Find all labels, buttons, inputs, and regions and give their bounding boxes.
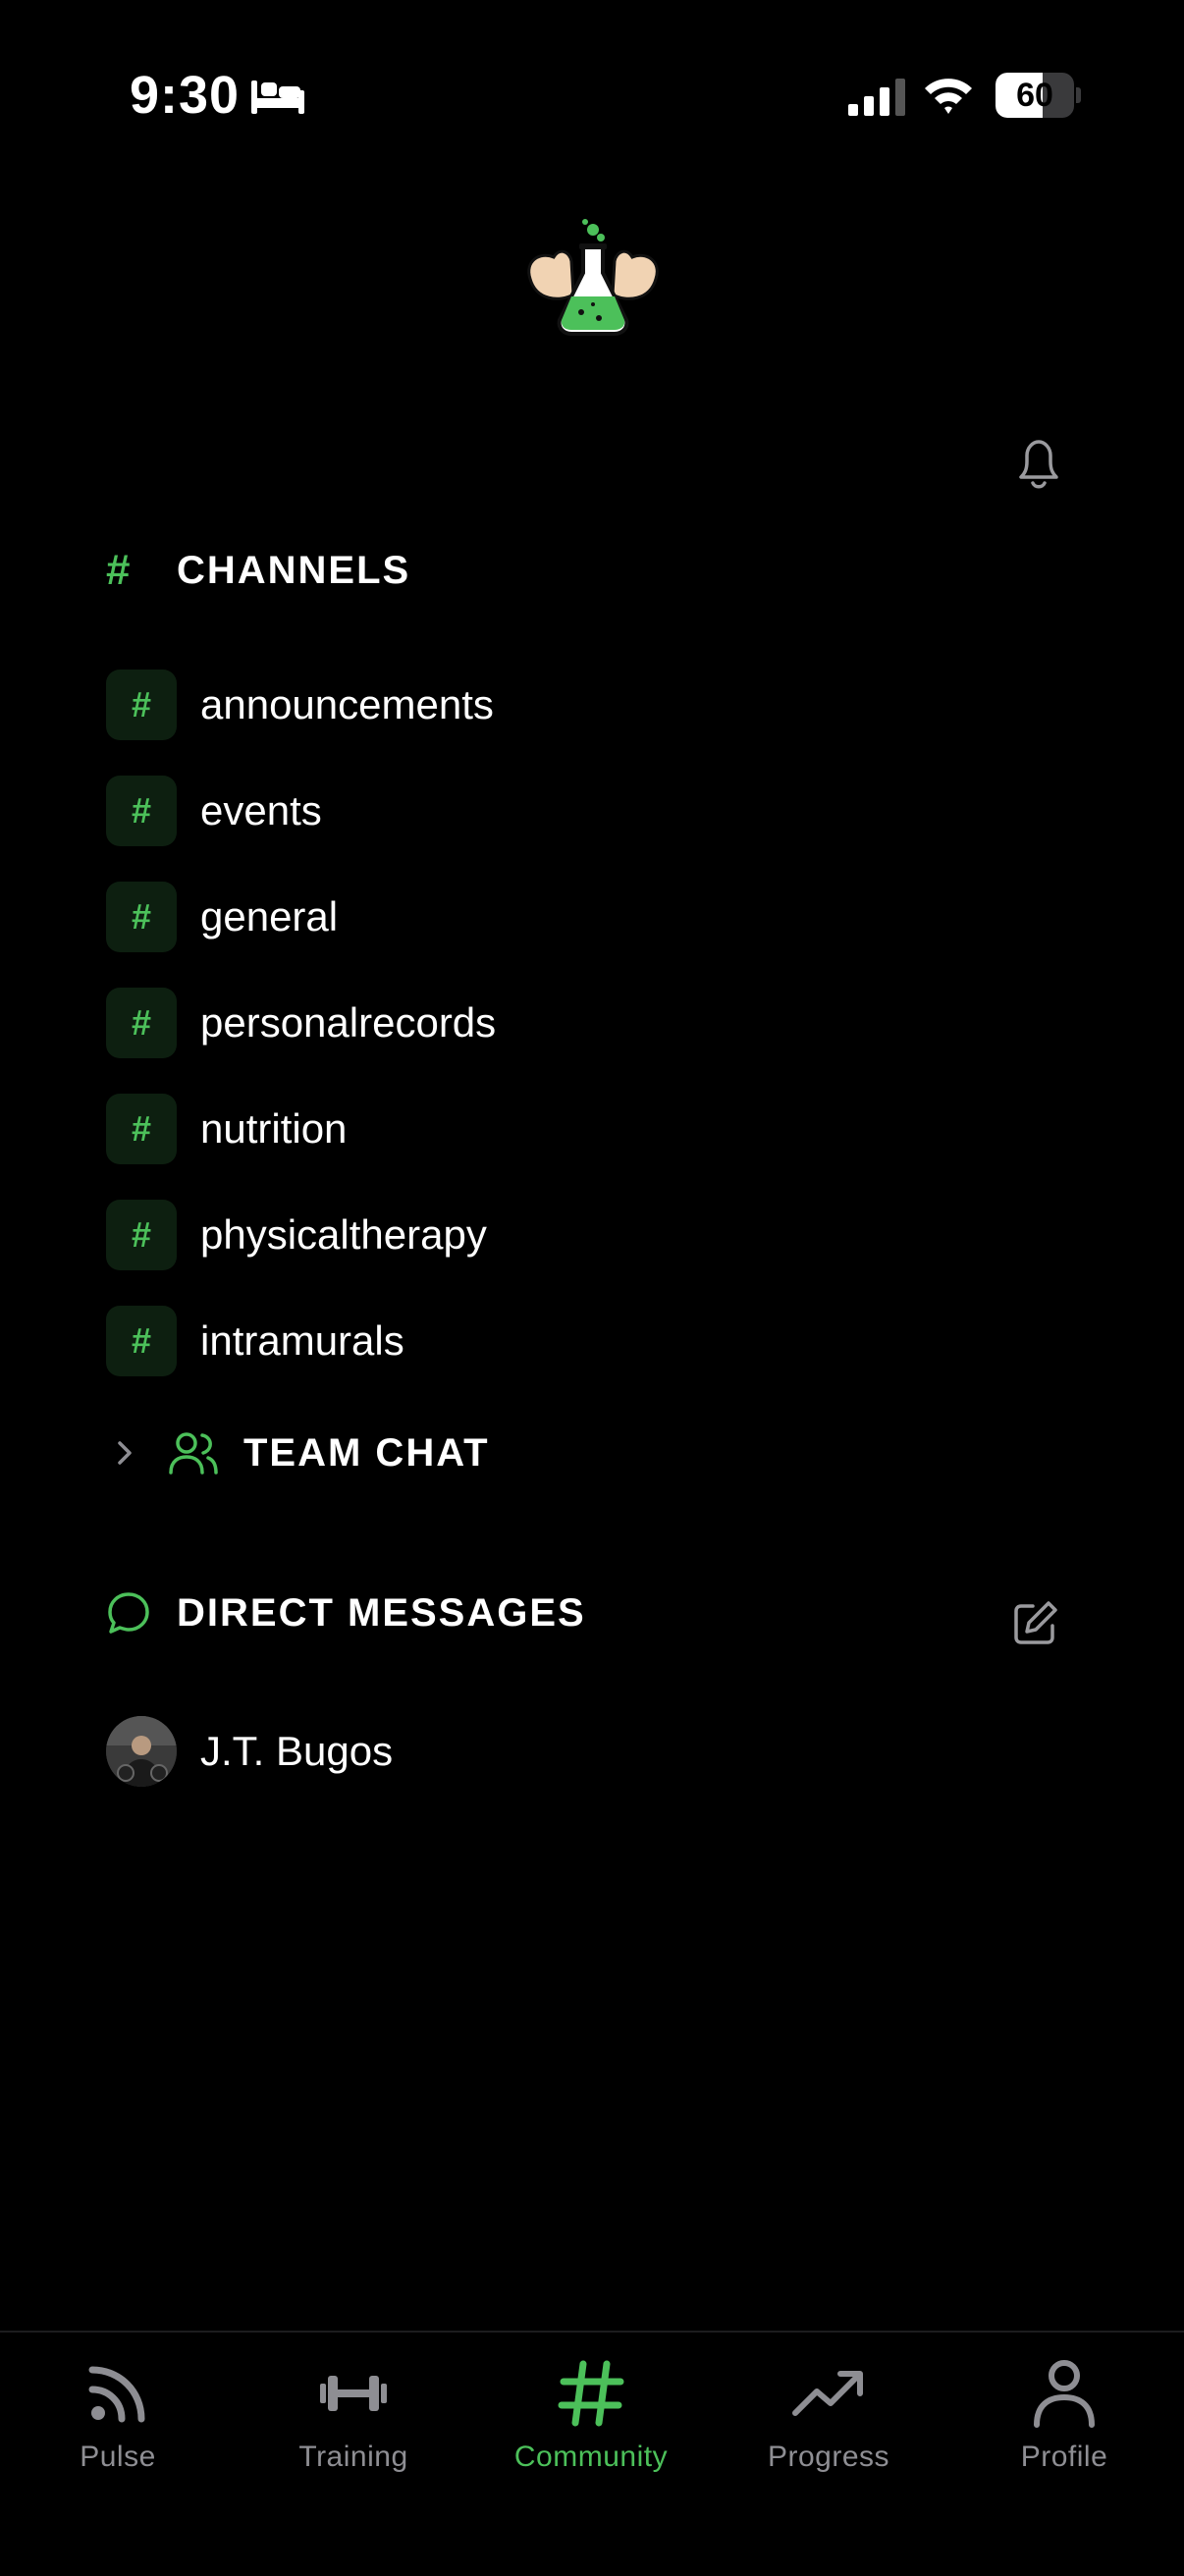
- tab-pulse[interactable]: Pulse: [20, 2333, 216, 2490]
- hash-icon: #: [106, 546, 131, 594]
- channel-item-general[interactable]: # general: [106, 864, 990, 970]
- tab-profile[interactable]: Profile: [966, 2333, 1162, 2490]
- battery-level-label: 60: [1016, 77, 1053, 114]
- person-icon: [1034, 2360, 1095, 2428]
- hash-icon: [558, 2360, 624, 2427]
- channel-hash-icon: #: [106, 1200, 177, 1270]
- tab-bar: Pulse Training Community Progress Profil…: [0, 2331, 1184, 2576]
- channel-hash-icon: #: [106, 670, 177, 740]
- team-chat-title: TEAM CHAT: [243, 1430, 490, 1475]
- channel-hash-icon: #: [106, 1094, 177, 1164]
- tab-label: Progress: [767, 2441, 890, 2473]
- channel-hash-icon: #: [106, 776, 177, 846]
- compose-message-icon[interactable]: [1011, 1598, 1060, 1647]
- chat-bubble-icon: [108, 1592, 149, 1634]
- battery-indicator: 60: [996, 73, 1081, 118]
- tab-training[interactable]: Training: [255, 2333, 452, 2490]
- channel-hash-icon: #: [106, 882, 177, 952]
- chevron-right-icon: [118, 1441, 132, 1465]
- rss-icon: [88, 2366, 145, 2423]
- direct-messages-title: DIRECT MESSAGES: [177, 1590, 586, 1635]
- sleep-mode-icon: [251, 80, 304, 114]
- notifications-bell-icon[interactable]: [1011, 434, 1066, 493]
- channel-item-personalrecords[interactable]: # personalrecords: [106, 970, 990, 1076]
- channel-item-nutrition[interactable]: # nutrition: [106, 1076, 990, 1182]
- dm-name: J.T. Bugos: [200, 1728, 394, 1774]
- channels-header: # CHANNELS: [106, 546, 410, 595]
- channel-label: intramurals: [200, 1317, 404, 1364]
- cellular-signal-icon: [848, 79, 905, 116]
- channel-label: general: [200, 893, 339, 939]
- people-icon: [169, 1432, 218, 1475]
- status-bar: 9:30 60: [0, 0, 1184, 196]
- app-logo: [527, 219, 659, 336]
- channel-label: physicaltherapy: [200, 1211, 487, 1258]
- trend-up-icon: [792, 2371, 863, 2416]
- avatar: [106, 1716, 177, 1787]
- status-time: 9:30: [130, 66, 241, 125]
- channel-item-announcements[interactable]: # announcements: [106, 652, 990, 758]
- channel-label: nutrition: [200, 1105, 348, 1152]
- team-chat-toggle[interactable]: TEAM CHAT: [110, 1429, 490, 1476]
- tab-community[interactable]: Community: [493, 2333, 689, 2490]
- tab-label: Training: [298, 2441, 408, 2473]
- direct-messages-header: DIRECT MESSAGES: [106, 1590, 586, 1636]
- channel-hash-icon: #: [106, 1306, 177, 1376]
- dm-item-jt-bugos[interactable]: J.T. Bugos: [106, 1716, 393, 1787]
- channel-item-physicaltherapy[interactable]: # physicaltherapy: [106, 1182, 990, 1288]
- wifi-icon: [925, 79, 972, 114]
- channel-label: personalrecords: [200, 999, 497, 1046]
- channel-label: announcements: [200, 681, 494, 727]
- tab-label: Community: [513, 2441, 669, 2473]
- tab-progress[interactable]: Progress: [730, 2333, 927, 2490]
- channel-hash-icon: #: [106, 988, 177, 1058]
- tab-label: Pulse: [80, 2441, 156, 2473]
- channel-item-intramurals[interactable]: # intramurals: [106, 1288, 990, 1394]
- channels-title: CHANNELS: [177, 548, 411, 592]
- tab-label: Profile: [1020, 2441, 1108, 2473]
- channel-list: # announcements # events # general # per…: [106, 652, 990, 1394]
- dumbbell-icon: [320, 2376, 387, 2411]
- channel-label: events: [200, 787, 322, 833]
- channel-item-events[interactable]: # events: [106, 758, 990, 864]
